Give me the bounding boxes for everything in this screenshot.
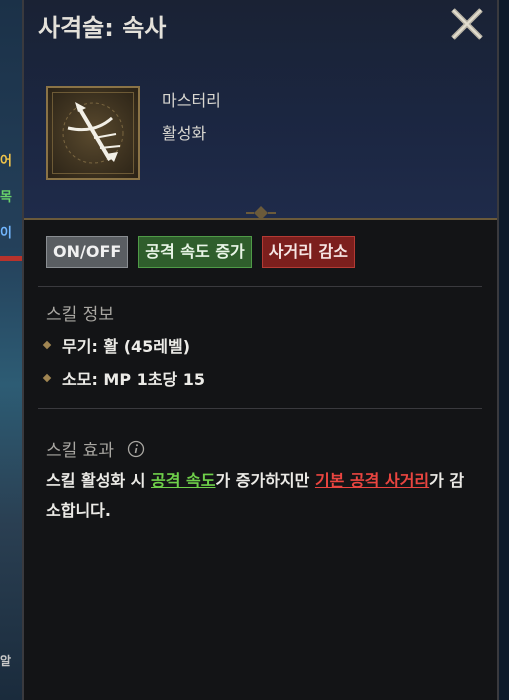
skill-title: 사격술: 속사 xyxy=(38,14,167,42)
effect-highlight-basic-range: 기본 공격 사거리 xyxy=(314,471,430,490)
skill-type-label: 마스터리 xyxy=(162,91,221,110)
divider xyxy=(38,408,482,409)
tag-attack-speed-up: 공격 속도 증가 xyxy=(138,236,252,268)
skill-info-label: 스킬 정보 xyxy=(46,305,114,325)
bullet-icon xyxy=(42,373,52,383)
divider xyxy=(38,286,482,287)
background-red-bar xyxy=(0,256,22,261)
skill-effect-label-row: 스킬 효과 xyxy=(46,436,145,463)
background-text-fragment: 목 xyxy=(0,190,12,205)
game-background: 어 목 이 알 xyxy=(0,0,22,700)
skill-icon-frame xyxy=(46,86,140,180)
info-weapon-text: 무기: 활 (45레벨) xyxy=(62,337,191,356)
background-text-fragment: 이 xyxy=(0,226,12,241)
divider-ornament-icon xyxy=(246,206,276,220)
skill-tooltip-panel: 사격술: 속사 마스터리 활성화 ON/OFF 공격 속도 증가 사거리 감소 … xyxy=(22,0,499,700)
info-circle-icon[interactable] xyxy=(127,440,145,463)
info-weapon-row: 무기: 활 (45레벨) xyxy=(42,333,190,357)
background-text-fragment: 어 xyxy=(0,154,12,169)
skill-tags: ON/OFF 공격 속도 증가 사거리 감소 xyxy=(46,236,355,268)
skill-effect-description: 스킬 활성화 시 공격 속도가 증가하지만 기본 공격 사거리가 감소합니다. xyxy=(46,466,466,526)
tag-range-down: 사거리 감소 xyxy=(261,236,355,268)
effect-text-part: 스킬 활성화 시 xyxy=(46,471,152,490)
skill-state-label: 활성화 xyxy=(162,124,207,143)
tag-onoff: ON/OFF xyxy=(46,236,129,268)
effect-highlight-attack-speed: 공격 속도 xyxy=(151,471,216,490)
bow-arrow-skill-icon xyxy=(62,102,124,164)
tooltip-header: 사격술: 속사 마스터리 활성화 xyxy=(24,0,497,220)
bullet-icon xyxy=(42,340,52,350)
effect-text-part: 가 증가하지만 xyxy=(215,471,315,490)
skill-effect-label: 스킬 효과 xyxy=(46,441,114,461)
info-cost-row: 소모: MP 1초당 15 xyxy=(42,366,205,390)
background-text-fragment: 알 xyxy=(0,654,12,668)
close-x-icon xyxy=(451,8,483,40)
close-button[interactable] xyxy=(449,6,485,42)
info-cost-text: 소모: MP 1초당 15 xyxy=(62,370,206,389)
